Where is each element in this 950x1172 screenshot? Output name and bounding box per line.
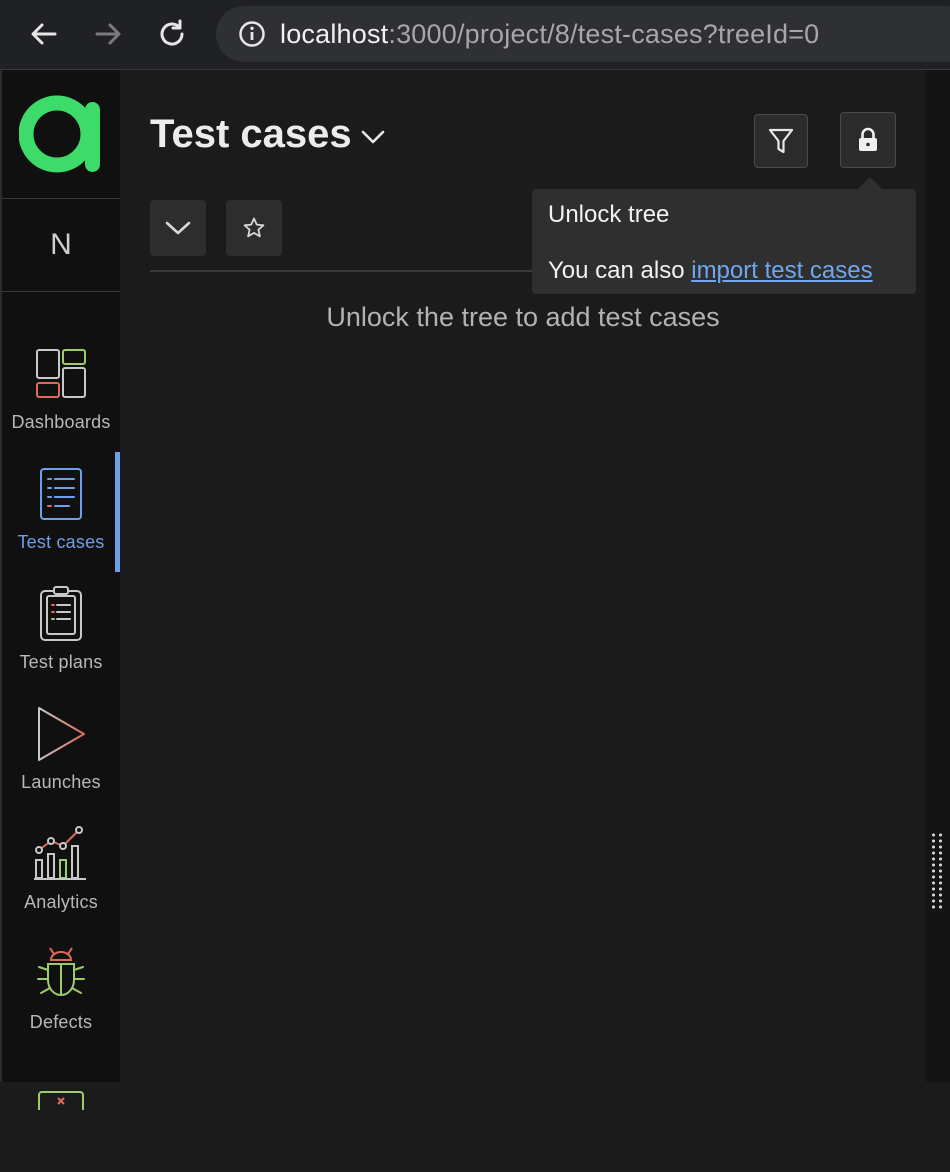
right-panel-edge bbox=[926, 70, 950, 1082]
sidebar-item-label: Analytics bbox=[24, 892, 98, 912]
dashboards-icon bbox=[36, 349, 86, 398]
url-host: localhost bbox=[280, 18, 389, 49]
url-path: :3000/project/8/test-cases?treeId=0 bbox=[388, 18, 820, 49]
empty-state-message: Unlock the tree to add test cases bbox=[326, 302, 720, 332]
sidebar-item-analytics[interactable]: Analytics bbox=[2, 812, 120, 932]
sidebar-item-label: Test plans bbox=[19, 652, 103, 672]
defects-icon bbox=[37, 947, 85, 996]
sidebar-item-label: Test cases bbox=[17, 532, 105, 552]
collapse-all-button[interactable] bbox=[150, 200, 206, 256]
chevron-down-icon bbox=[361, 130, 384, 143]
browser-toolbar: localhost:3000/project/8/test-cases?tree… bbox=[0, 0, 950, 70]
sidebar-item-label: Launches bbox=[21, 772, 101, 792]
page-title[interactable]: Test cases bbox=[150, 112, 386, 157]
sidebar-item-test-cases[interactable]: Test cases bbox=[2, 452, 120, 572]
sidebar-item-dashboards[interactable]: Dashboards bbox=[2, 332, 120, 452]
project-selector[interactable]: N bbox=[2, 199, 120, 292]
lock-icon bbox=[859, 127, 877, 151]
divider bbox=[150, 270, 570, 272]
address-bar[interactable]: localhost:3000/project/8/test-cases?tree… bbox=[216, 6, 950, 62]
chevron-down-icon bbox=[165, 221, 191, 235]
sidebar-item-label: Defects bbox=[29, 1012, 93, 1032]
tooltip-title: Unlock tree bbox=[548, 201, 670, 228]
tooltip-text: You can also import test cases bbox=[548, 257, 900, 285]
sidebar-item-more[interactable] bbox=[2, 1052, 120, 1172]
filter-button[interactable] bbox=[754, 114, 808, 168]
analytics-icon bbox=[34, 826, 86, 880]
filter-icon bbox=[768, 128, 794, 154]
arrow-left-icon bbox=[31, 23, 57, 45]
sidebar-item-test-plans[interactable]: Test plans bbox=[2, 572, 120, 692]
reload-button[interactable] bbox=[152, 14, 192, 54]
info-icon bbox=[239, 21, 265, 47]
star-icon bbox=[243, 217, 265, 238]
arrow-right-icon bbox=[95, 23, 121, 45]
url-text: localhost:3000/project/8/test-cases?tree… bbox=[280, 19, 819, 50]
import-test-cases-link[interactable]: import test cases bbox=[691, 257, 872, 284]
sidebar-item-launches[interactable]: Launches bbox=[2, 692, 120, 812]
reload-icon bbox=[160, 19, 184, 46]
unlock-tree-tooltip: Unlock tree You can also import test cas… bbox=[532, 189, 916, 294]
sidebar-item-defects[interactable]: Defects bbox=[2, 932, 120, 1052]
tooltip-text-prefix: You can also bbox=[548, 257, 685, 284]
tooltip-arrow bbox=[858, 177, 882, 189]
sidebar-item-label: Dashboards bbox=[11, 412, 111, 432]
project-initial: N bbox=[50, 228, 72, 261]
page-title-text: Test cases bbox=[150, 112, 352, 156]
logo[interactable] bbox=[2, 70, 120, 199]
launches-icon bbox=[38, 707, 85, 761]
forward-button[interactable] bbox=[88, 14, 128, 54]
app-logo-icon bbox=[19, 95, 100, 173]
back-button[interactable] bbox=[24, 14, 64, 54]
test-cases-icon bbox=[40, 468, 82, 520]
lock-tree-button[interactable] bbox=[840, 112, 896, 168]
sidebar: N Dashboards Test cases Test plans Launc… bbox=[0, 70, 120, 1110]
favorites-button[interactable] bbox=[226, 200, 282, 256]
test-plans-icon bbox=[40, 586, 82, 641]
resize-handle[interactable] bbox=[930, 832, 944, 910]
partial-nav-icon bbox=[38, 1091, 84, 1110]
